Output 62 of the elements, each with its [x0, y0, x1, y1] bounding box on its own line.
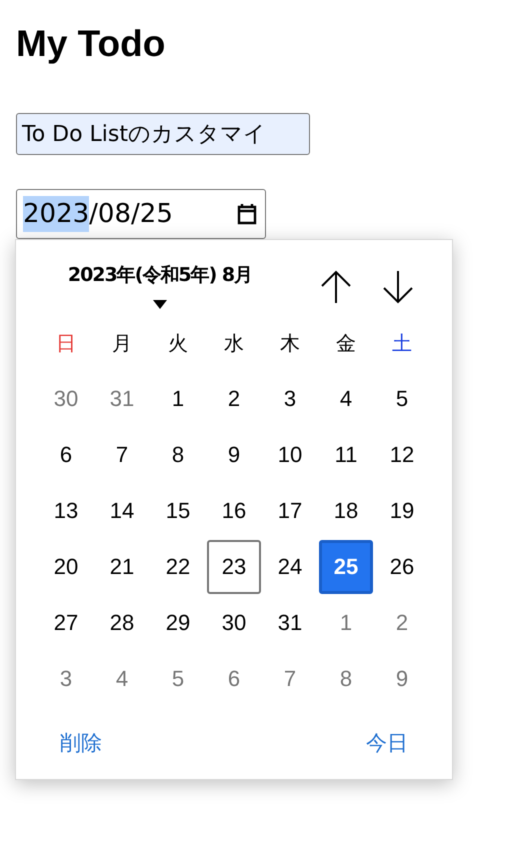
page-title: My Todo	[16, 22, 166, 66]
date-segment[interactable]: /25	[131, 196, 173, 232]
calendar-day[interactable]: 31	[95, 372, 149, 426]
calendar-day[interactable]: 22	[151, 540, 205, 594]
calendar-day[interactable]: 12	[375, 428, 429, 482]
weekday-label: 月	[111, 330, 133, 356]
calendar-day[interactable]: 15	[151, 484, 205, 538]
month-selector[interactable]: 2023年(令和5年) 8月	[68, 262, 252, 288]
calendar-day[interactable]: 31	[263, 596, 317, 650]
calendar-day[interactable]: 30	[207, 596, 261, 650]
calendar-day[interactable]: 3	[263, 372, 317, 426]
weekday-label: 水	[223, 330, 245, 356]
calendar-day[interactable]: 24	[263, 540, 317, 594]
arrow-down-icon[interactable]	[382, 270, 414, 304]
calendar-day[interactable]: 6	[39, 428, 93, 482]
calendar-day[interactable]: 18	[319, 484, 373, 538]
calendar-day[interactable]: 30	[39, 372, 93, 426]
calendar-day[interactable]: 4	[319, 372, 373, 426]
arrow-up-icon[interactable]	[320, 270, 352, 304]
calendar-day[interactable]: 1	[319, 596, 373, 650]
calendar-day[interactable]: 26	[375, 540, 429, 594]
weekday-label: 木	[279, 330, 301, 356]
calendar-day[interactable]: 10	[263, 428, 317, 482]
date-segment[interactable]: 2023	[23, 196, 90, 232]
calendar-day[interactable]: 28	[95, 596, 149, 650]
weekday-label: 火	[167, 330, 189, 356]
weekday-label: 金	[335, 330, 357, 356]
calendar-day[interactable]: 9	[375, 652, 429, 706]
calendar-day[interactable]: 23	[207, 540, 261, 594]
calendar-day[interactable]: 27	[39, 596, 93, 650]
today-button[interactable]: 今日	[366, 729, 408, 757]
calendar-day[interactable]: 7	[263, 652, 317, 706]
calendar-day[interactable]: 4	[95, 652, 149, 706]
calendar-day[interactable]: 21	[95, 540, 149, 594]
weekday-label: 土	[391, 330, 413, 356]
calendar-icon[interactable]	[237, 203, 257, 225]
calendar-day[interactable]: 29	[151, 596, 205, 650]
calendar-day[interactable]: 8	[319, 652, 373, 706]
date-segment[interactable]: /08	[89, 196, 132, 232]
calendar-day[interactable]: 9	[207, 428, 261, 482]
calendar-day[interactable]: 25	[319, 540, 373, 594]
calendar-day[interactable]: 14	[95, 484, 149, 538]
calendar-day[interactable]: 8	[151, 428, 205, 482]
calendar-day[interactable]: 16	[207, 484, 261, 538]
calendar-day[interactable]: 11	[319, 428, 373, 482]
customize-button[interactable]: To Do Listのカスタマイ	[16, 113, 310, 155]
calendar-day[interactable]: 6	[207, 652, 261, 706]
weekday-label: 日	[55, 330, 77, 356]
calendar-day[interactable]: 2	[207, 372, 261, 426]
calendar-day[interactable]: 5	[375, 372, 429, 426]
calendar-day[interactable]: 3	[39, 652, 93, 706]
date-field[interactable]: 2023/08/25	[16, 189, 266, 239]
calendar-day[interactable]: 19	[375, 484, 429, 538]
calendar-day[interactable]: 7	[95, 428, 149, 482]
calendar-day[interactable]: 1	[151, 372, 205, 426]
calendar-day[interactable]: 20	[39, 540, 93, 594]
calendar-day[interactable]: 2	[375, 596, 429, 650]
clear-button[interactable]: 削除	[60, 729, 102, 757]
dropdown-caret-icon[interactable]	[153, 300, 167, 309]
calendar-day[interactable]: 13	[39, 484, 93, 538]
calendar-day[interactable]: 5	[151, 652, 205, 706]
calendar-day[interactable]: 17	[263, 484, 317, 538]
